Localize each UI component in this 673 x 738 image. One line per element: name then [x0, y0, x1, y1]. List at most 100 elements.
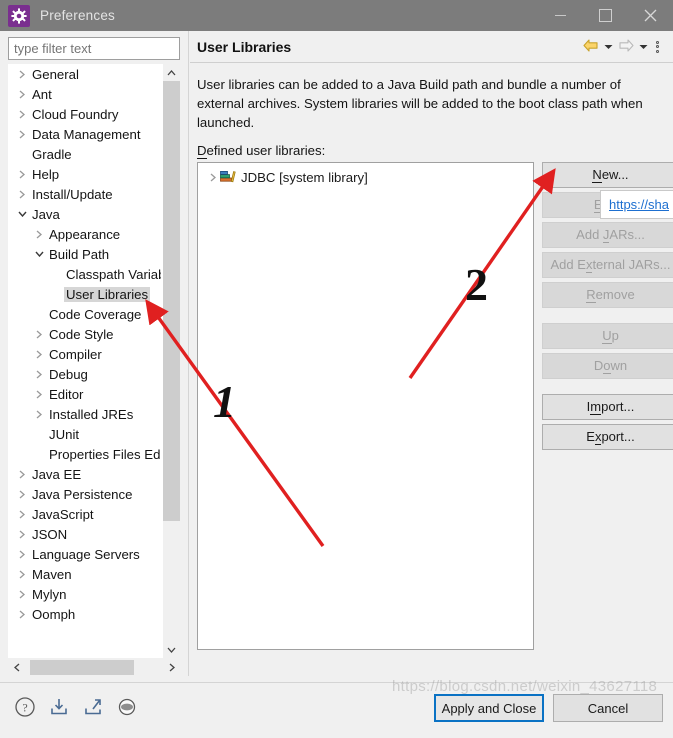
restore-defaults-icon[interactable] [115, 695, 139, 719]
chevron-right-icon[interactable] [31, 370, 47, 379]
sidebar-item-json[interactable]: JSON [8, 524, 161, 544]
sidebar-item-javascript[interactable]: JavaScript [8, 504, 161, 524]
scroll-right-icon[interactable] [163, 659, 180, 676]
sidebar-item-debug[interactable]: Debug [8, 364, 161, 384]
chevron-right-icon[interactable] [31, 410, 47, 419]
chevron-down-icon[interactable] [31, 251, 47, 257]
apply-and-close-button[interactable]: Apply and Close [434, 694, 544, 722]
forward-dropdown-chevron-down-icon[interactable] [638, 44, 649, 50]
defined-label-mnemonic: D [197, 143, 207, 159]
sidebar-item-label: Language Servers [32, 546, 140, 562]
preferences-dialog: General Ant Cloud Foundry Data Management Gr… [0, 31, 673, 738]
chevron-right-icon[interactable] [31, 330, 47, 339]
tree-items-container: General Ant Cloud Foundry Data Management Gr… [8, 64, 161, 658]
sidebar-item-language-servers[interactable]: Language Servers [8, 544, 161, 564]
scroll-up-icon[interactable] [163, 64, 180, 81]
sidebar-item-editor[interactable]: Editor [8, 384, 161, 404]
page-title: User Libraries [197, 38, 292, 55]
chevron-right-icon[interactable] [205, 173, 220, 182]
list-item[interactable]: JDBC [system library] [198, 167, 533, 187]
scroll-left-icon[interactable] [8, 659, 25, 676]
page-description: User libraries can be added to a Java Bu… [197, 77, 643, 130]
chevron-right-icon[interactable] [14, 590, 30, 599]
chevron-right-icon[interactable] [31, 390, 47, 399]
sidebar-item-label: Editor [49, 386, 84, 402]
export-preferences-icon[interactable] [81, 695, 105, 719]
sidebar-item-properties-files-edi[interactable]: Properties Files Edi [8, 444, 161, 464]
chevron-down-icon[interactable] [14, 211, 30, 217]
libraries-area: JDBC [system library] New... Edit... Add… [197, 162, 673, 652]
sidebar-item-label: Mylyn [32, 586, 67, 602]
sidebar-item-data-management[interactable]: Data Management [8, 124, 161, 144]
chevron-right-icon[interactable] [14, 510, 30, 519]
vertical-dots-icon[interactable] [652, 40, 663, 53]
defined-libraries-list[interactable]: JDBC [system library] [197, 162, 534, 650]
new-button[interactable]: New... [542, 162, 673, 188]
sidebar-item-java-ee[interactable]: Java EE [8, 464, 161, 484]
gear-icon [8, 4, 30, 27]
sidebar-item-compiler[interactable]: Compiler [8, 344, 161, 364]
help-icon[interactable]: ? [13, 695, 37, 719]
maximize-icon[interactable] [583, 0, 628, 31]
sidebar-item-label: Code Style [49, 326, 114, 342]
close-icon[interactable] [628, 0, 673, 31]
chevron-right-icon[interactable] [14, 70, 30, 79]
sidebar-item-label: Oomph [32, 606, 76, 622]
sidebar-item-junit[interactable]: JUnit [8, 424, 161, 444]
sidebar-item-classpath-variab[interactable]: Classpath Variab [8, 264, 161, 284]
chevron-right-icon[interactable] [14, 490, 30, 499]
sidebar-item-installed-jres[interactable]: Installed JREs [8, 404, 161, 424]
preferences-tree[interactable]: General Ant Cloud Foundry Data Management Gr… [8, 64, 180, 658]
sidebar-item-install-update[interactable]: Install/Update [8, 184, 161, 204]
tree-hscroll-thumb[interactable] [30, 660, 134, 675]
chevron-right-icon[interactable] [14, 170, 30, 179]
sidebar-item-help[interactable]: Help [8, 164, 161, 184]
sidebar-item-build-path[interactable]: Build Path [8, 244, 161, 264]
scroll-down-icon[interactable] [163, 641, 180, 658]
dialog-bottom-bar: ? Apply and Close Cancel [0, 683, 673, 738]
chevron-right-icon[interactable] [14, 610, 30, 619]
remove-button: Remove [542, 282, 673, 308]
chevron-right-icon[interactable] [14, 110, 30, 119]
up-button: Up [542, 323, 673, 349]
svg-text:?: ? [22, 701, 27, 715]
window-title: Preferences [40, 8, 115, 23]
chevron-right-icon[interactable] [14, 130, 30, 139]
sidebar-item-label: Build Path [49, 246, 110, 262]
sidebar-item-java-persistence[interactable]: Java Persistence [8, 484, 161, 504]
import-preferences-icon[interactable] [47, 695, 71, 719]
chevron-right-icon[interactable] [31, 230, 47, 239]
sidebar-item-ant[interactable]: Ant [8, 84, 161, 104]
sidebar-item-maven[interactable]: Maven [8, 564, 161, 584]
back-dropdown-chevron-down-icon[interactable] [603, 44, 614, 50]
sidebar-item-java[interactable]: Java [8, 204, 161, 224]
chevron-right-icon[interactable] [14, 550, 30, 559]
cancel-button[interactable]: Cancel [553, 694, 663, 722]
sidebar-item-user-libraries[interactable]: User Libraries [8, 284, 161, 304]
sidebar-item-label: JSON [32, 526, 68, 542]
chevron-right-icon[interactable] [14, 90, 30, 99]
chevron-right-icon[interactable] [14, 530, 30, 539]
filter-input[interactable] [8, 37, 180, 60]
sidebar-item-appearance[interactable]: Appearance [8, 224, 161, 244]
sidebar-item-gradle[interactable]: Gradle [8, 144, 161, 164]
tree-vertical-scrollbar[interactable] [162, 64, 180, 658]
export-button[interactable]: Export... [542, 424, 673, 450]
tooltip-link[interactable]: https://sha [609, 197, 669, 212]
sidebar-item-oomph[interactable]: Oomph [8, 604, 161, 624]
chevron-right-icon[interactable] [14, 190, 30, 199]
minimize-icon[interactable] [538, 0, 583, 31]
sidebar-item-code-coverage[interactable]: Code Coverage [8, 304, 161, 324]
import-button[interactable]: Import... [542, 394, 673, 420]
tree-scroll-thumb[interactable] [163, 81, 180, 521]
chevron-right-icon[interactable] [14, 570, 30, 579]
page-header: User Libraries [190, 31, 673, 63]
sidebar-item-code-style[interactable]: Code Style [8, 324, 161, 344]
chevron-right-icon[interactable] [14, 470, 30, 479]
sidebar-item-general[interactable]: General [8, 64, 161, 84]
back-arrow-icon[interactable] [582, 38, 600, 56]
chevron-right-icon[interactable] [31, 350, 47, 359]
tree-horizontal-scrollbar[interactable] [8, 659, 180, 676]
sidebar-item-cloud-foundry[interactable]: Cloud Foundry [8, 104, 161, 124]
sidebar-item-mylyn[interactable]: Mylyn [8, 584, 161, 604]
